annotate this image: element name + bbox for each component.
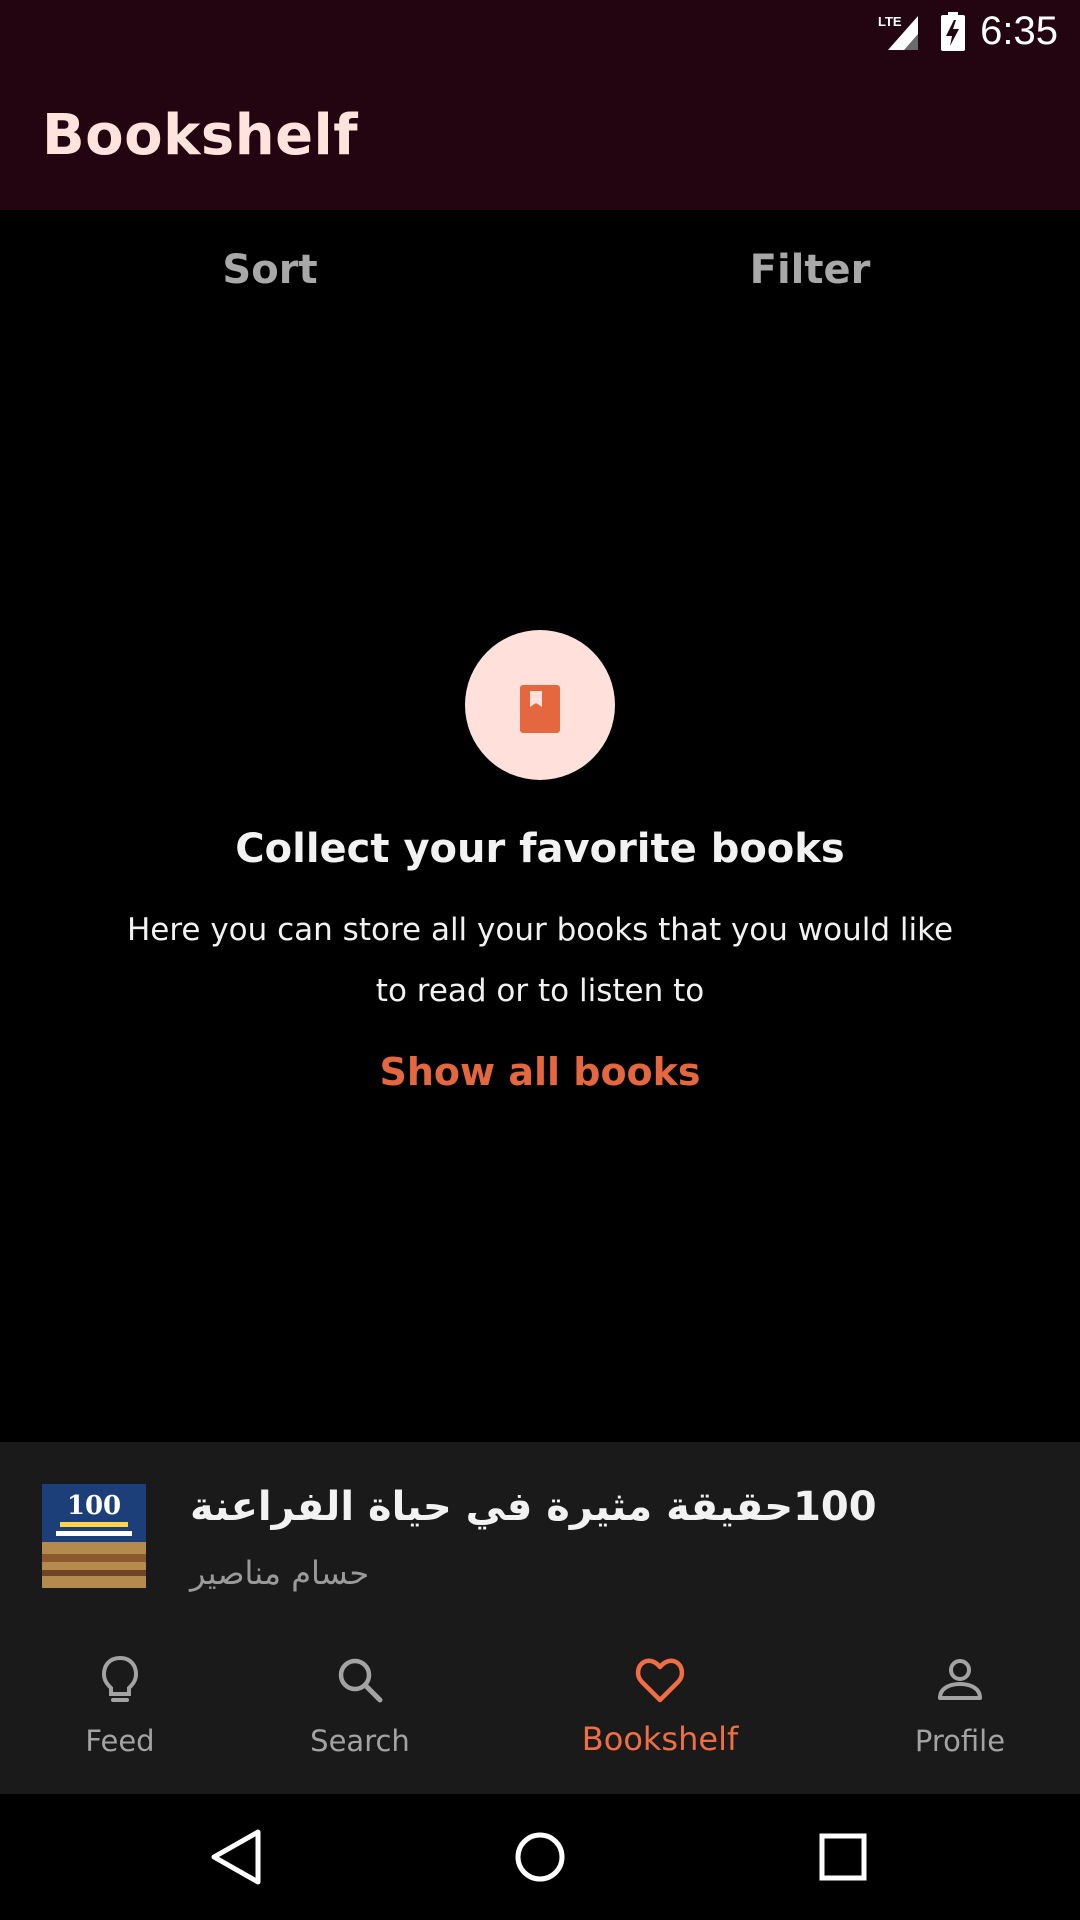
empty-state-title: Collect your favorite books (235, 826, 845, 872)
mini-player-author: حسام مناصير (190, 1554, 370, 1592)
search-icon (338, 1658, 383, 1703)
status-bar: LTE 6:35 (0, 0, 1080, 63)
bottom-navigation: Feed Search Bookshelf Profile (0, 1622, 1080, 1794)
page-title: Bookshelf (42, 103, 359, 168)
recents-icon[interactable] (808, 1822, 878, 1892)
empty-state-badge (465, 630, 615, 780)
home-icon[interactable] (505, 1822, 575, 1892)
nav-label-feed: Feed (85, 1724, 155, 1758)
heart-icon (635, 1658, 685, 1703)
status-time: 6:35 (980, 9, 1058, 53)
back-icon[interactable] (200, 1822, 270, 1892)
sort-button[interactable]: Sort (120, 240, 420, 300)
app-bar: Bookshelf (0, 63, 1080, 210)
nav-item-bookshelf[interactable]: Bookshelf (540, 1622, 780, 1794)
svg-text:LTE: LTE (878, 14, 902, 29)
nav-item-feed[interactable]: Feed (0, 1622, 240, 1794)
person-icon (938, 1659, 982, 1700)
mini-player[interactable]: 100 100حقيقة مثيرة في حياة الفراعنة حسام… (0, 1442, 1080, 1622)
battery-charging-icon (941, 11, 966, 51)
nav-label-bookshelf: Bookshelf (581, 1720, 739, 1758)
nav-label-profile: Profile (914, 1724, 1006, 1758)
mini-player-title: 100حقيقة مثيرة في حياة الفراعنة (190, 1484, 877, 1530)
nav-label-search: Search (310, 1724, 410, 1758)
status-icons: LTE 6:35 (878, 0, 1058, 63)
nav-item-search[interactable]: Search (240, 1622, 480, 1794)
book-cover: 100 (42, 1484, 146, 1588)
svg-text:100: 100 (67, 1491, 121, 1521)
system-navigation-bar (0, 1794, 1080, 1920)
lightbulb-icon (101, 1655, 139, 1702)
empty-state-description: Here you can store all your books that y… (126, 912, 954, 1009)
show-all-books-button[interactable]: Show all books (0, 1050, 1080, 1094)
book-icon (520, 685, 560, 733)
nav-item-profile[interactable]: Profile (840, 1622, 1080, 1794)
filter-button[interactable]: Filter (660, 240, 960, 300)
sort-filter-bar: Sort Filter (0, 210, 1080, 335)
lte-signal-icon: LTE (878, 14, 919, 50)
